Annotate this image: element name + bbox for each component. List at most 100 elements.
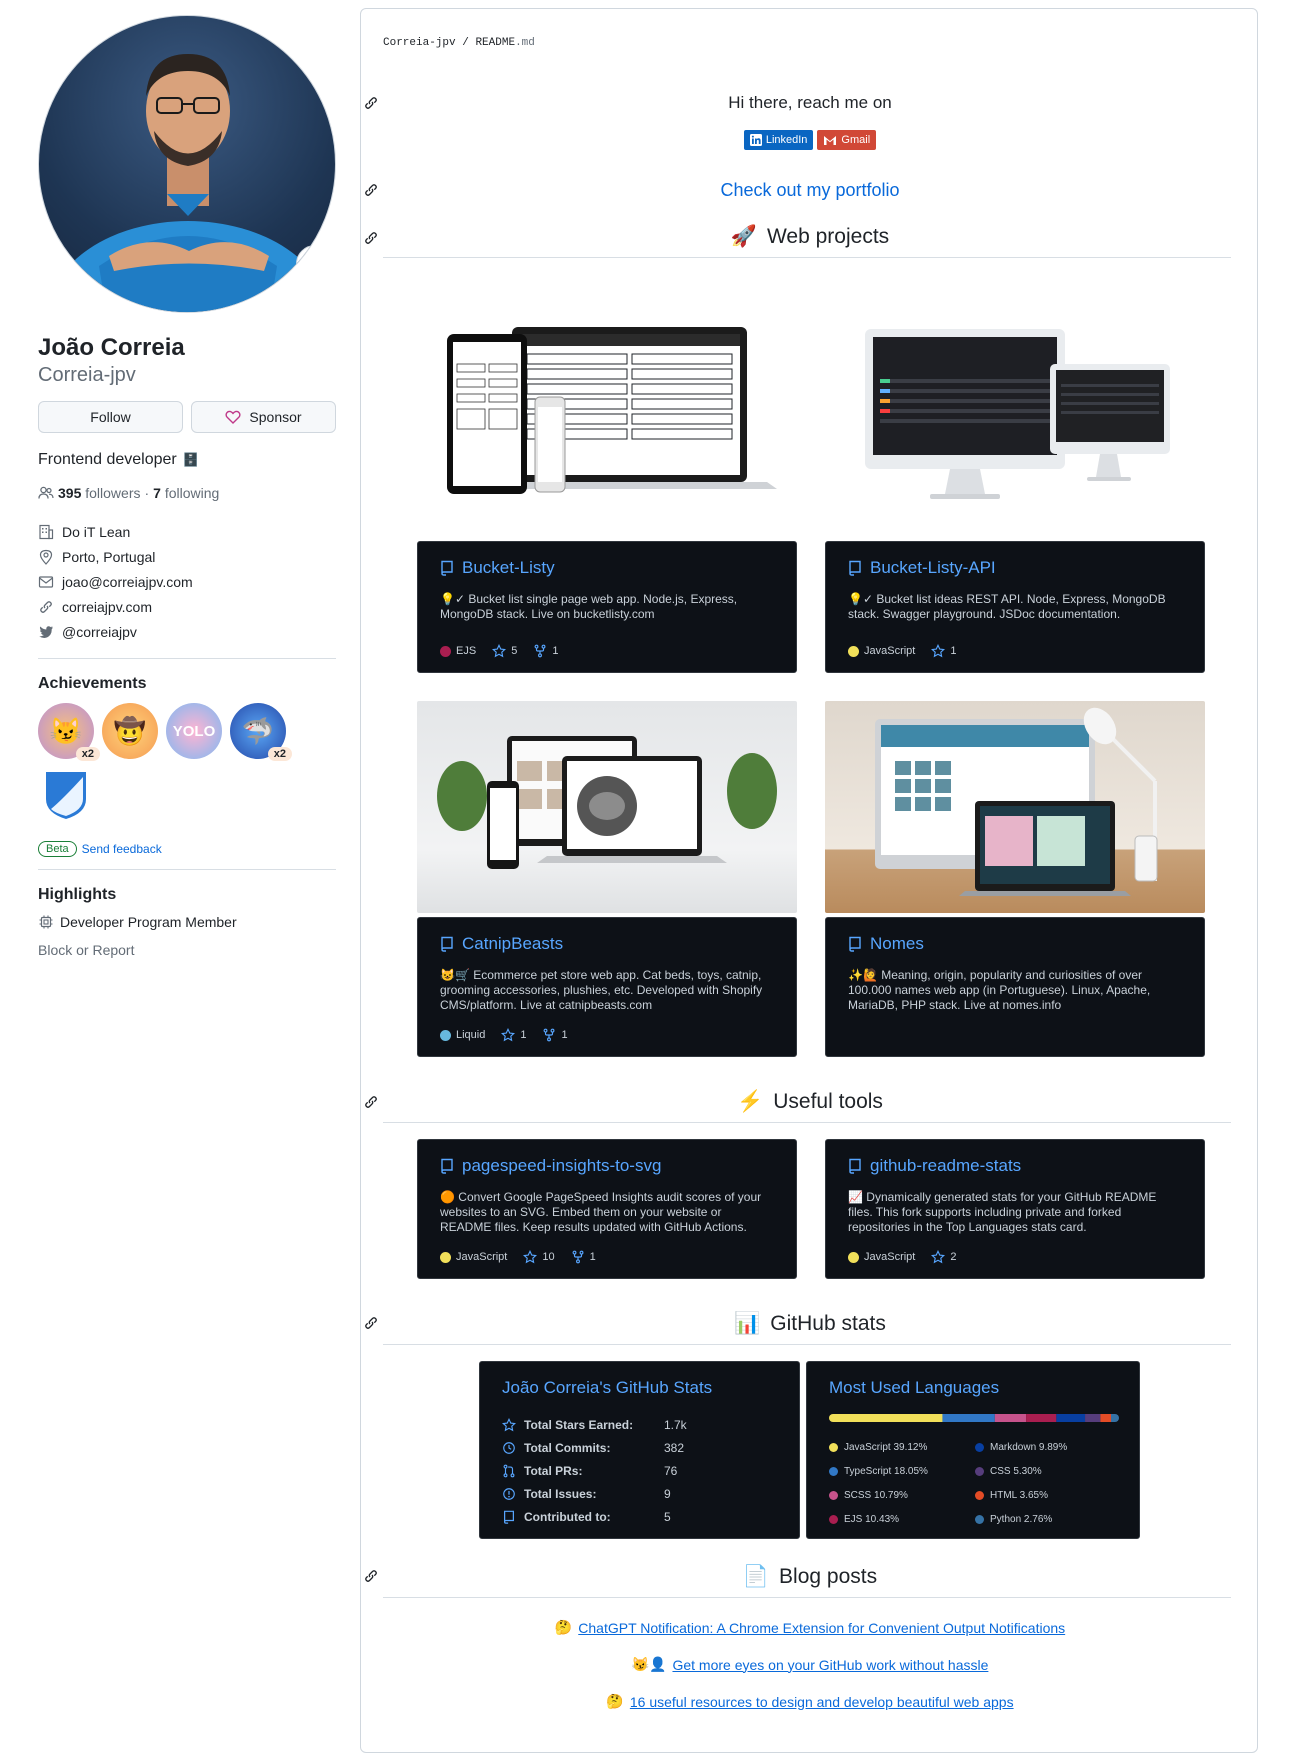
email-link[interactable]: joao@correiajpv.com [62,574,193,590]
repo-card[interactable]: github-readme-stats 📈 Dynamically genera… [825,1139,1205,1279]
language-legend-item: JavaScript 39.12% [829,1442,927,1453]
company-text: Do iT Lean [62,523,131,540]
blog-posts-heading: 📄 Blog posts [361,1565,1259,1589]
catnipbeasts-preview-image[interactable] [417,701,797,913]
blog-post-link[interactable]: 16 useful resources to design and develo… [630,1694,1014,1710]
achievements-list: 😼 x2 🤠 YOLO 🦈 x2 [38,703,298,823]
profile-name: João Correia [38,334,185,361]
language-legend-item: TypeScript 18.05% [829,1466,928,1477]
star-icon [931,1250,946,1264]
repo-title[interactable]: Bucket-Listy [440,558,774,578]
stat-row: Total Issues: 9 [502,1487,671,1501]
language-name: EJS [456,645,477,657]
history-icon [503,1442,515,1454]
language-color-dot [829,1491,838,1500]
profile-sidebar: João Correia Correia-jpv Follow Sponsor … [38,15,336,958]
repo-card[interactable]: pagespeed-insights-to-svg 🟠 Convert Goog… [417,1139,797,1279]
breadcrumb-user[interactable]: Correia-jpv [383,37,456,49]
star-icon [502,1418,516,1432]
breadcrumb-file[interactable]: README [475,37,515,49]
repo-stars: 10 [523,1250,555,1264]
repo-card[interactable]: Bucket-Listy 💡✓ Bucket list single page … [417,541,797,673]
linkedin-badge[interactable]: LinkedIn [743,130,814,150]
web-projects-heading: 🚀 Web projects [361,225,1259,249]
repo-title[interactable]: Nomes [848,934,1182,954]
twitter-link[interactable]: @correiajpv [62,624,137,640]
rocket-icon: 🚀 [730,225,757,248]
language-legend-item: Markdown 9.89% [975,1442,1067,1453]
pull-request-icon [503,1464,515,1478]
repo-description: 📈 Dynamically generated stats for your G… [848,1190,1157,1234]
avatar[interactable] [38,15,336,313]
repo-title[interactable]: CatnipBeasts [440,934,774,954]
stars-count: 2 [950,1251,957,1263]
stat-row: Total Commits: 382 [502,1441,684,1455]
star-icon [931,644,946,658]
star-icon [523,1250,538,1264]
twitter-item[interactable]: @correiajpv [38,619,336,644]
useful-tools-heading: ⚡ Useful tools [361,1090,1259,1114]
language-color-dot [440,1029,451,1041]
language-color-dot [975,1443,984,1452]
forks-count: 1 [561,1029,568,1041]
arctic-code-vault-badge-icon[interactable] [38,767,94,823]
breadcrumb-separator: / [462,37,469,49]
language-color-dot [829,1467,838,1476]
stat-label: Contributed to: [524,1510,611,1524]
follow-button[interactable]: Follow [38,401,183,433]
language-legend-item: SCSS 10.79% [829,1490,908,1501]
language-legend-item: HTML 3.65% [975,1490,1048,1501]
shark-badge-icon[interactable]: 🦈 x2 [230,703,292,761]
bucket-listy-api-preview-image[interactable] [825,309,1205,521]
repo-language: EJS [440,645,476,657]
blog-posts-title: Blog posts [779,1565,878,1588]
bucket-listy-preview-image[interactable] [417,309,797,521]
stat-row: Total PRs: 76 [502,1464,677,1478]
bio-text: Frontend developer [38,451,177,468]
language-legend-label: HTML 3.65% [990,1490,1048,1501]
repo-title[interactable]: pagespeed-insights-to-svg [440,1156,774,1176]
blog-post-link[interactable]: Get more eyes on your GitHub work withou… [672,1657,988,1673]
thinking-emoji-icon: 🤔 [606,1693,624,1709]
gmail-badge[interactable]: Gmail [817,130,877,150]
highlight-text: Developer Program Member [60,914,237,930]
github-stats-card[interactable]: João Correia's GitHub Stats Total Stars … [479,1361,800,1539]
repo-card[interactable]: Bucket-Listy-API 💡✓ Bucket list ideas RE… [825,541,1205,673]
repo-card[interactable]: CatnipBeasts 😺🛒 Ecommerce pet store web … [417,917,797,1057]
languages-card-title: Most Used Languages [829,1378,1000,1397]
nomes-preview-image[interactable] [825,701,1205,913]
website-item[interactable]: correiajpv.com [38,594,336,619]
desk-devices-mockup [875,707,1158,896]
send-feedback-link[interactable]: Send feedback [82,842,162,856]
repo-title[interactable]: github-readme-stats [848,1156,1182,1176]
yolo-badge-icon[interactable]: YOLO [166,703,222,759]
sponsor-button[interactable]: Sponsor [191,401,336,433]
heading-rule [383,257,1231,258]
portfolio-link[interactable]: Check out my portfolio [361,180,1259,201]
stat-row: Contributed to: 5 [502,1510,671,1524]
stars-count: 1 [950,645,957,657]
email-item[interactable]: joao@correiajpv.com [38,569,336,594]
repo-card[interactable]: Nomes ✨🙋 Meaning, origin, popularity and… [825,917,1205,1057]
repo-title[interactable]: Bucket-Listy-API [848,558,1182,578]
followers-link[interactable]: 395 followers [58,485,141,501]
contact-badges: LinkedIn Gmail [361,130,1259,150]
achievements-heading[interactable]: Achievements [38,675,336,693]
repo-description: 😺🛒 Ecommerce pet store web app. Cat beds… [440,968,763,1012]
repo-description: ✨🙋 Meaning, origin, popularity and curio… [848,968,1151,1012]
forks-count: 1 [552,645,559,657]
language-legend-item: CSS 5.30% [975,1466,1042,1477]
top-languages-card[interactable]: Most Used Languages JavaScript 39.12% Typ… [806,1361,1140,1539]
web-projects-title: Web projects [766,225,890,248]
following-link[interactable]: 7 following [153,485,219,501]
language-color-dot [829,1515,838,1524]
pull-shark-cowboy-badge-icon[interactable]: 🤠 [102,703,158,759]
website-link[interactable]: correiajpv.com [62,599,152,615]
repo-icon [849,936,861,952]
blog-post-link[interactable]: ChatGPT Notification: A Chrome Extension… [578,1620,1065,1636]
quickdraw-badge-icon[interactable]: 😼 x2 [38,703,100,761]
block-or-report-link[interactable]: Block or Report [38,942,336,958]
language-bar-segment [942,1414,995,1422]
status-emoji-button[interactable] [296,245,334,283]
repo-name: github-readme-stats [870,1156,1022,1175]
